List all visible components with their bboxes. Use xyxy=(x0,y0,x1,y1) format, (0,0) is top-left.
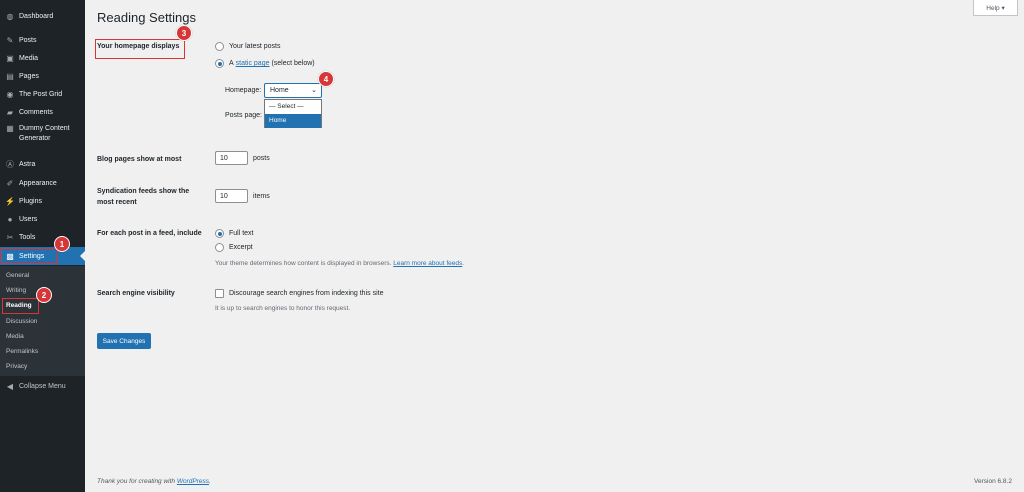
step-marker-3: 3 xyxy=(176,25,192,41)
menu-tools[interactable]: ✂ Tools xyxy=(0,231,85,243)
discourage-search-checkbox[interactable]: Discourage search engines from indexing … xyxy=(215,289,383,298)
settings-submenu: General Writing Reading Discussion Media… xyxy=(0,266,85,376)
menu-pages[interactable]: ▤ Pages xyxy=(0,70,85,82)
menu-plugins[interactable]: ⚡ Plugins xyxy=(0,195,85,207)
chevron-down-icon: ⌄ xyxy=(311,87,317,94)
radio-button[interactable] xyxy=(215,243,224,252)
comment-icon: ▰ xyxy=(6,107,14,117)
help-button[interactable]: Help ▾ xyxy=(973,0,1018,16)
menu-astra[interactable]: Ⓐ Astra xyxy=(0,158,85,170)
wrench-icon: ✂ xyxy=(6,232,14,242)
media-icon: ▣ xyxy=(6,53,14,63)
dropdown-option-home[interactable]: Home xyxy=(265,114,321,128)
radio-full-text[interactable]: Full text xyxy=(215,229,254,238)
menu-media[interactable]: ▣ Media xyxy=(0,52,85,64)
generator-icon: ▦ xyxy=(6,124,14,133)
menu-posts[interactable]: ✎ Posts xyxy=(0,34,85,46)
submenu-privacy[interactable]: Privacy xyxy=(6,363,27,370)
save-changes-button[interactable]: Save Changes xyxy=(97,333,151,349)
collapse-menu-button[interactable]: ◀ Collapse Menu xyxy=(0,380,85,392)
search-visibility-label: Search engine visibility xyxy=(97,290,175,297)
radio-latest-posts[interactable]: Your latest posts xyxy=(215,42,281,51)
footer-thankyou: Thank you for creating with WordPress. xyxy=(97,478,211,485)
submenu-permalinks[interactable]: Permalinks xyxy=(6,348,38,355)
highlight-settings xyxy=(1,248,58,264)
highlight-reading xyxy=(2,298,39,314)
homepage-select-label: Homepage: xyxy=(225,87,262,94)
post-grid-icon: ◉ xyxy=(6,89,14,99)
checkbox[interactable] xyxy=(215,289,224,298)
menu-the-post-grid[interactable]: ◉ The Post Grid xyxy=(0,88,85,100)
radio-excerpt[interactable]: Excerpt xyxy=(215,243,253,252)
admin-sidebar: ◍ Dashboard ✎ Posts ▣ Media ▤ Pages ◉ The Pos… xyxy=(0,0,85,492)
posts-page-label: Posts page: xyxy=(225,112,262,119)
menu-dashboard[interactable]: ◍ Dashboard xyxy=(0,10,85,22)
posts-unit: posts xyxy=(253,155,270,162)
menu-comments[interactable]: ▰ Comments xyxy=(0,106,85,118)
dropdown-option-select[interactable]: — Select — xyxy=(265,100,321,114)
step-marker-4: 4 xyxy=(318,71,334,87)
menu-appearance[interactable]: ✐ Appearance xyxy=(0,177,85,189)
syndication-label-line1: Syndication feeds show the xyxy=(97,188,190,195)
paintbrush-icon: ✐ xyxy=(6,178,14,188)
plugin-icon: ⚡ xyxy=(5,196,15,206)
step-marker-1: 1 xyxy=(54,236,70,252)
static-page-link[interactable]: static page xyxy=(236,60,270,67)
current-menu-arrow xyxy=(80,251,85,261)
items-unit: items xyxy=(253,193,270,200)
menu-dummy-content-generator[interactable]: ▦ Dummy Content Generator xyxy=(0,124,85,146)
syndication-label-line2: most recent xyxy=(97,199,137,206)
submenu-discussion[interactable]: Discussion xyxy=(6,318,37,325)
pages-icon: ▤ xyxy=(6,71,14,81)
users-icon: ● xyxy=(7,214,13,224)
astra-icon: Ⓐ xyxy=(6,159,14,169)
blog-pages-label: Blog pages show at most xyxy=(97,156,182,163)
page-title: Reading Settings xyxy=(97,10,197,25)
homepage-dropdown-list: — Select — Home xyxy=(264,99,322,128)
learn-more-feeds-link[interactable]: Learn more about feeds xyxy=(393,260,462,267)
footer-version: Version 6.8.2 xyxy=(974,478,1012,485)
collapse-icon: ◀ xyxy=(6,381,14,391)
posts-per-page-input[interactable]: 10 xyxy=(215,151,248,165)
step-marker-2: 2 xyxy=(36,287,52,303)
radio-button-checked[interactable] xyxy=(215,59,224,68)
feed-description: Your theme determines how content is dis… xyxy=(215,260,465,267)
radio-static-page[interactable]: A static page (select below) xyxy=(215,59,315,68)
search-visibility-description: It is up to search engines to honor this… xyxy=(215,305,351,312)
radio-button[interactable] xyxy=(215,42,224,51)
homepage-select[interactable]: Home ⌄ xyxy=(264,83,322,98)
highlight-homepage-displays xyxy=(95,39,185,59)
radio-button-checked[interactable] xyxy=(215,229,224,238)
feed-include-label: For each post in a feed, include xyxy=(97,230,202,237)
pin-icon: ✎ xyxy=(6,35,14,45)
submenu-general[interactable]: General xyxy=(6,272,29,279)
wordpress-link[interactable]: WordPress xyxy=(177,478,209,485)
dashboard-icon: ◍ xyxy=(6,11,14,21)
submenu-media[interactable]: Media xyxy=(6,333,24,340)
submenu-writing[interactable]: Writing xyxy=(6,287,26,294)
menu-users[interactable]: ● Users xyxy=(0,213,85,225)
feed-items-input[interactable]: 10 xyxy=(215,189,248,203)
